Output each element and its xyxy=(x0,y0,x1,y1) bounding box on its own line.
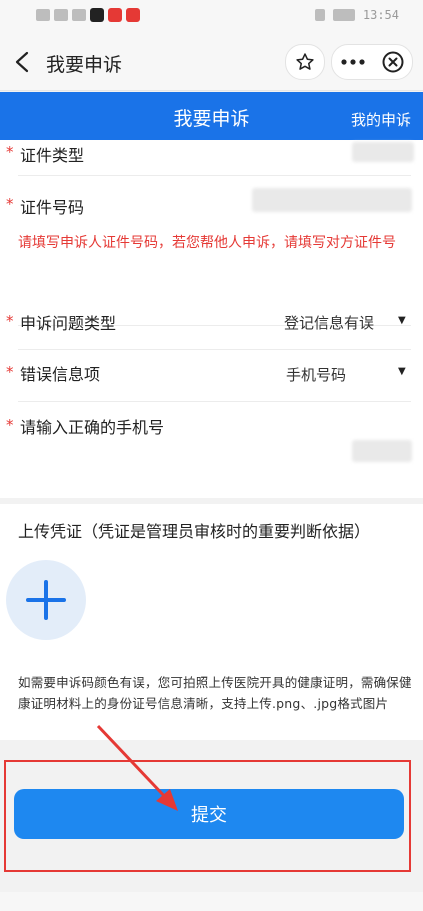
app-notification-icon xyxy=(108,8,122,22)
error-item-label: 错误信息项 xyxy=(20,365,101,384)
required-mark: * xyxy=(6,312,14,330)
upload-title: 上传凭证（凭证是管理员审核时的重要判断依据） xyxy=(18,522,371,541)
id-type-value-blurred xyxy=(352,142,414,162)
status-time: 13:54 xyxy=(362,8,399,22)
battery-icon xyxy=(332,9,355,21)
required-mark: * xyxy=(6,195,14,213)
tiktok-icon xyxy=(90,8,104,22)
more-icon[interactable] xyxy=(340,58,366,66)
status-bar: 13:54 xyxy=(0,0,423,34)
capsule-menu xyxy=(331,44,413,80)
app-notification-icon-2 xyxy=(126,8,140,22)
issue-type-label: 申诉问题类型 xyxy=(20,314,117,333)
id-number-value-blurred xyxy=(252,188,412,212)
required-mark: * xyxy=(6,143,14,161)
status-right: 13:54 xyxy=(314,8,399,22)
close-circle-icon[interactable] xyxy=(382,51,404,73)
form-row-phone[interactable]: * 请输入正确的手机号 xyxy=(0,402,423,498)
alarm-icon xyxy=(72,9,86,21)
dropdown-caret-icon: ▼ xyxy=(398,366,406,377)
system-navigation-bar xyxy=(0,892,423,911)
favorite-button[interactable] xyxy=(285,44,325,80)
dropdown-caret-icon: ▼ xyxy=(398,315,406,326)
nav-actions xyxy=(285,44,413,80)
form-row-error-item[interactable]: * 错误信息项 手机号码 ▼ xyxy=(0,350,423,402)
navigation-bar: 我要申诉 xyxy=(0,34,423,91)
wifi-icon xyxy=(54,9,68,21)
my-appeals-link[interactable]: 我的申诉 xyxy=(351,109,411,130)
page-header: 我要申诉 我的申诉 xyxy=(0,92,423,140)
nav-title: 我要申诉 xyxy=(46,54,123,76)
plus-icon xyxy=(26,580,66,620)
appeal-form: * 证件类型 * 证件号码 请填写申诉人证件号码，若您帮他人申诉，请填写对方证件… xyxy=(0,140,423,498)
id-number-hint: 请填写申诉人证件号码，若您帮他人申诉，请填写对方证件号 xyxy=(18,235,396,251)
upload-section: 上传凭证（凭证是管理员审核时的重要判断依据） 如需要申诉码颜色有误，您可拍照上传… xyxy=(0,504,423,740)
required-mark: * xyxy=(6,416,14,434)
id-type-label: 证件类型 xyxy=(20,146,85,165)
phone-input-blurred[interactable] xyxy=(352,440,412,462)
upload-note: 如需要申诉码颜色有误，您可拍照上传医院开具的健康证明，需确保健康证明材料上的身份… xyxy=(18,675,412,711)
form-row-id-type[interactable]: * 证件类型 xyxy=(0,140,423,176)
back-icon xyxy=(15,51,29,73)
error-item-select[interactable]: 手机号码 xyxy=(286,364,346,385)
submit-button[interactable]: 提交 xyxy=(14,789,404,839)
signal-icon xyxy=(36,9,50,21)
status-left-icons xyxy=(36,8,140,22)
back-button[interactable] xyxy=(8,46,36,78)
vibrate-icon xyxy=(314,9,325,21)
form-row-issue-type[interactable]: * 申诉问题类型 登记信息有误 ▼ xyxy=(0,298,423,350)
issue-type-select[interactable]: 登记信息有误 xyxy=(284,312,374,333)
star-icon xyxy=(296,53,314,70)
phone-label: 请输入正确的手机号 xyxy=(20,418,165,437)
required-mark: * xyxy=(6,363,14,381)
id-number-label: 证件号码 xyxy=(20,198,85,217)
upload-button[interactable] xyxy=(6,560,86,640)
